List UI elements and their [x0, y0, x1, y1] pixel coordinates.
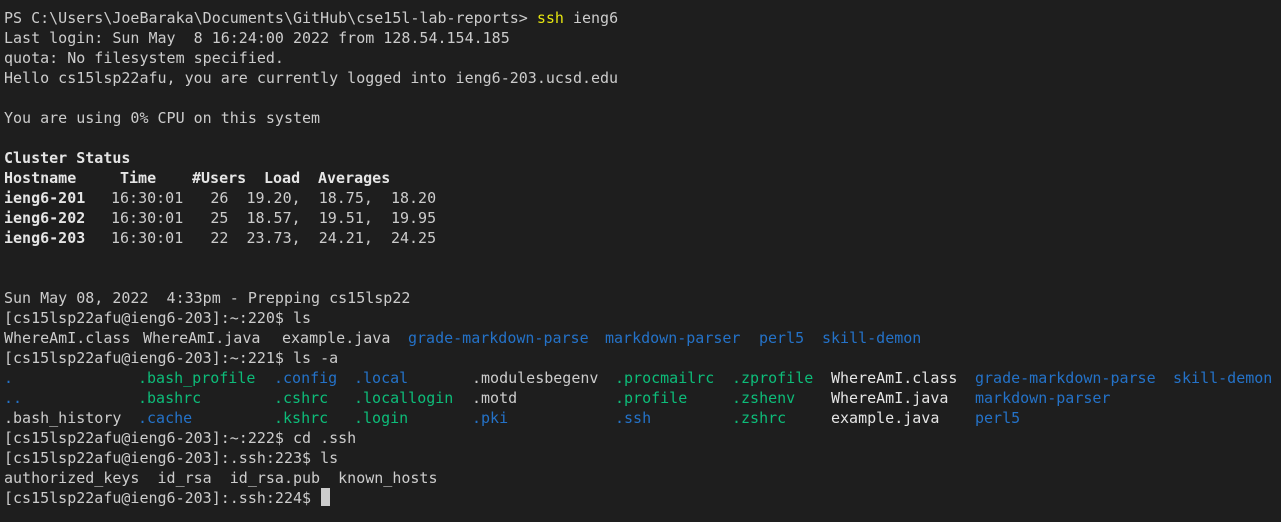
terminal-window[interactable]: PS C:\Users\JoeBaraka\Documents\GitHub\c…	[0, 8, 1281, 522]
file-entry: WhereAmI.java	[831, 389, 949, 407]
last-login-line: Last login: Sun May 8 16:24:00 2022 from…	[4, 29, 510, 47]
prep-line: Sun May 08, 2022 4:33pm - Prepping cs15l…	[4, 289, 411, 307]
cluster-values: 16:30:01 22 23.73, 24.21, 24.25	[111, 229, 437, 247]
ssh-ls-output: authorized_keys id_rsa id_rsa.pub known_…	[4, 469, 438, 487]
file-entry: .login	[354, 409, 409, 427]
text-cursor[interactable]	[321, 488, 331, 506]
file-entry: .kshrc	[274, 409, 329, 427]
prompt-line-222: [cs15lsp22afu@ieng6-203]:~:222$ cd .ssh	[4, 429, 357, 447]
file-entry: .zprofile	[732, 369, 814, 387]
header-load: Load	[264, 169, 301, 187]
directory-entry: .	[4, 369, 14, 387]
file-entry: example.java	[282, 329, 391, 347]
cluster-row: ieng6-201 16:30:01 26 19.20, 18.75, 18.2…	[4, 188, 1281, 208]
quota-line: quota: No filesystem specified.	[4, 49, 284, 67]
header-hostname: Hostname	[4, 169, 77, 187]
ls-a-row: .bash_history .cache .kshrc .login .pki …	[4, 408, 1281, 428]
directory-entry: grade-markdown-parse	[975, 369, 1156, 387]
cluster-row: ieng6-202 16:30:01 25 18.57, 19.51, 19.9…	[4, 208, 1281, 228]
cluster-values: 16:30:01 26 19.20, 18.75, 18.20	[111, 189, 437, 207]
ls-a-row: . .bash_profile .config .local .modulesb…	[4, 368, 1281, 388]
cluster-status-title: Cluster Status	[4, 149, 131, 167]
file-entry: WhereAmI.java	[143, 329, 261, 347]
directory-entry: .ssh	[615, 409, 652, 427]
file-entry: example.java	[831, 409, 940, 427]
prompt-line-220: [cs15lsp22afu@ieng6-203]:~:220$ ls	[4, 309, 312, 327]
file-entry: .bashrc	[138, 389, 202, 407]
cluster-values: 16:30:01 25 18.57, 19.51, 19.95	[111, 209, 437, 227]
prompt-line-221: [cs15lsp22afu@ieng6-203]:~:221$ ls -a	[4, 349, 339, 367]
file-entry: .bash_profile	[138, 369, 256, 387]
ssh-command: ssh	[536, 9, 564, 27]
directory-entry: markdown-parser	[975, 389, 1111, 407]
ssh-command-arg: ieng6	[563, 9, 619, 27]
file-entry: .cshrc	[274, 389, 329, 407]
hello-line: Hello cs15lsp22afu, you are currently lo…	[4, 69, 619, 87]
directory-entry: skill-demon	[1173, 369, 1273, 387]
current-prompt: [cs15lsp22afu@ieng6-203]:.ssh:224$	[4, 489, 321, 507]
ls-output-line: WhereAmI.class WhereAmI.java example.jav…	[4, 328, 1281, 348]
directory-entry: .pki	[472, 409, 509, 427]
directory-entry: perl5	[975, 409, 1021, 427]
cluster-host: ieng6-201	[4, 189, 86, 207]
cluster-header-row: Hostname Time #Users Load Averages	[4, 168, 1281, 188]
file-entry: .motd	[472, 389, 518, 407]
file-entry: .procmailrc	[615, 369, 715, 387]
file-entry: .bash_history	[4, 409, 122, 427]
file-entry: WhereAmI.class	[831, 369, 958, 387]
ps-prompt-line: PS C:\Users\JoeBaraka\Documents\GitHub\c…	[4, 8, 1281, 28]
file-entry: .profile	[615, 389, 688, 407]
directory-entry: .local	[354, 369, 409, 387]
directory-entry: .config	[274, 369, 338, 387]
file-entry: .locallogin	[354, 389, 454, 407]
header-time: Time	[120, 169, 157, 187]
ls-a-row: .. .bashrc .cshrc .locallogin .motd .pro…	[4, 388, 1281, 408]
cluster-host: ieng6-202	[4, 209, 86, 227]
directory-entry: markdown-parser	[605, 329, 741, 347]
directory-entry: .cache	[138, 409, 193, 427]
directory-entry: perl5	[759, 329, 805, 347]
file-entry: .zshenv	[732, 389, 796, 407]
file-entry: .modulesbegenv	[472, 369, 599, 387]
prompt-line-224[interactable]: [cs15lsp22afu@ieng6-203]:.ssh:224$	[4, 488, 1281, 508]
file-entry: WhereAmI.class	[4, 329, 131, 347]
directory-entry: skill-demon	[822, 329, 922, 347]
cluster-row: ieng6-203 16:30:01 22 23.73, 24.21, 24.2…	[4, 228, 1281, 248]
prompt-line-223: [cs15lsp22afu@ieng6-203]:.ssh:223$ ls	[4, 449, 339, 467]
cpu-line: You are using 0% CPU on this system	[4, 109, 321, 127]
ps-prompt: PS C:\Users\JoeBaraka\Documents\GitHub\c…	[4, 9, 537, 27]
header-users: #Users	[192, 169, 247, 187]
directory-entry: grade-markdown-parse	[408, 329, 589, 347]
header-averages: Averages	[318, 169, 391, 187]
file-entry: .zshrc	[732, 409, 787, 427]
cluster-host: ieng6-203	[4, 229, 86, 247]
directory-entry: ..	[4, 389, 23, 407]
